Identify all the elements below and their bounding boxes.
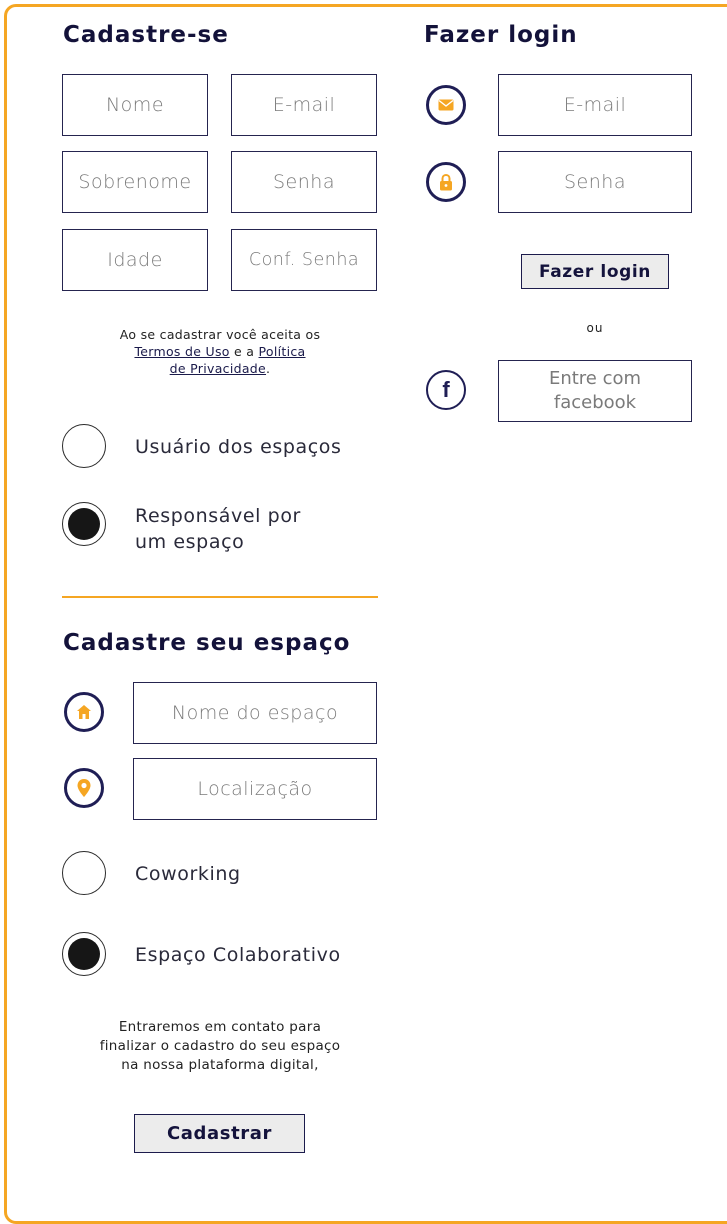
terms-prefix: Ao se cadastrar você aceita os: [119, 327, 321, 342]
signup-password-field[interactable]: [231, 151, 377, 213]
login-password-field[interactable]: [498, 151, 692, 213]
contact-note-line1: Entraremos em contato para: [118, 1019, 322, 1035]
login-password-input[interactable]: [499, 152, 691, 212]
radio-user-of-spaces-label: Usuário dos espaços: [135, 436, 342, 458]
radio-space-manager[interactable]: [62, 502, 106, 546]
radio-space-manager-label: Responsável por um espaço: [135, 503, 301, 555]
first-name-input[interactable]: [63, 75, 207, 135]
location-input[interactable]: [134, 759, 376, 819]
radio-selected-dot: [68, 508, 100, 540]
radio-coworking[interactable]: [62, 851, 106, 895]
location-field[interactable]: [133, 758, 377, 820]
radio-space-manager-label-line2: um espaço: [135, 531, 245, 553]
section-divider: [62, 596, 378, 598]
login-email-field[interactable]: [498, 74, 692, 136]
contact-note-line3: na nossa plataforma digital,: [121, 1057, 319, 1073]
space-name-input[interactable]: [134, 683, 376, 743]
age-input[interactable]: [63, 230, 207, 290]
privacy-policy-link-1[interactable]: Política: [259, 344, 306, 359]
contact-note-line2: finalizar o cadastro do seu espaço: [99, 1038, 341, 1054]
or-separator: ou: [586, 321, 604, 335]
radio-collaborative-space-label: Espaço Colaborativo: [135, 944, 341, 966]
radio-selected-dot: [68, 938, 100, 970]
confirm-password-field[interactable]: [231, 229, 377, 291]
radio-user-of-spaces[interactable]: [62, 424, 106, 468]
login-button[interactable]: Fazer login: [521, 254, 669, 289]
home-icon: [64, 692, 104, 732]
space-title: Cadastre seu espaço: [63, 630, 351, 656]
age-field[interactable]: [62, 229, 208, 291]
facebook-login-input[interactable]: [499, 361, 691, 421]
lock-icon: [426, 162, 466, 202]
last-name-field[interactable]: [62, 151, 208, 213]
signup-title: Cadastre-se: [63, 22, 229, 48]
contact-note: Entraremos em contato para finalizar o c…: [62, 1018, 378, 1075]
radio-collaborative-space[interactable]: [62, 932, 106, 976]
confirm-password-input[interactable]: [232, 230, 376, 290]
login-email-input[interactable]: [499, 75, 691, 135]
facebook-icon: f: [426, 370, 466, 410]
terms-connector: e a: [234, 344, 255, 359]
radio-space-manager-label-line1: Responsável por: [135, 505, 301, 527]
terms-notice: Ao se cadastrar você aceita os Termos de…: [62, 326, 378, 377]
space-name-field[interactable]: [133, 682, 377, 744]
radio-coworking-label: Coworking: [135, 863, 241, 885]
location-pin-icon: [64, 768, 104, 808]
terms-of-use-link[interactable]: Termos de Uso: [134, 344, 229, 359]
signup-password-input[interactable]: [232, 152, 376, 212]
facebook-login-field[interactable]: [498, 360, 692, 422]
privacy-policy-link-2[interactable]: de Privacidade: [170, 361, 266, 376]
terms-suffix: .: [266, 361, 271, 376]
last-name-input[interactable]: [63, 152, 207, 212]
signup-email-field[interactable]: [231, 74, 377, 136]
login-title: Fazer login: [424, 22, 578, 48]
register-space-button[interactable]: Cadastrar: [134, 1114, 305, 1153]
envelope-icon: [426, 85, 466, 125]
signup-email-input[interactable]: [232, 75, 376, 135]
first-name-field[interactable]: [62, 74, 208, 136]
